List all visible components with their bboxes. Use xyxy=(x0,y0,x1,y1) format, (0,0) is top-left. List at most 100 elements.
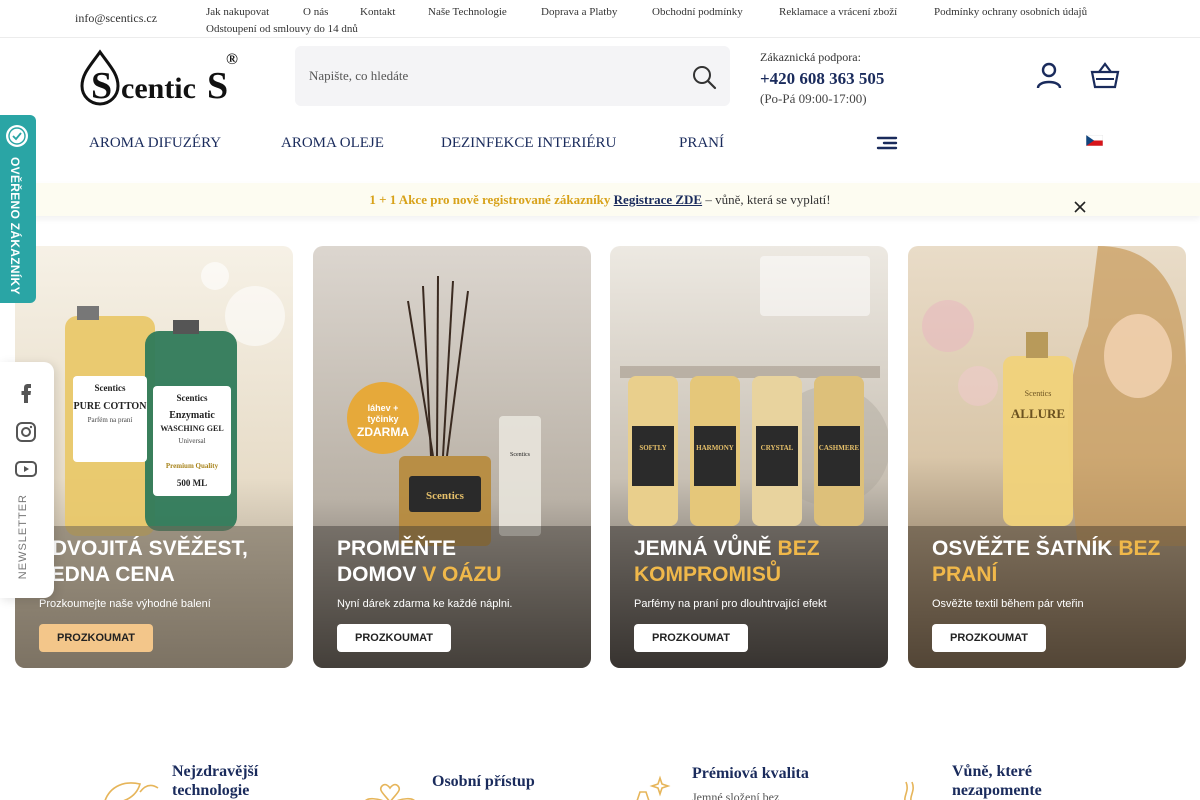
banner-subtitle: Prozkoumejte naše výhodné balení xyxy=(39,598,211,610)
top-link-obchodni-podminky[interactable]: Obchodní podmínky xyxy=(652,6,743,18)
search-box xyxy=(295,46,730,106)
banner-subtitle: Parfémy na praní pro dlouhtrvající efekt xyxy=(634,598,827,610)
promo-bar: 1 + 1 Akce pro nově registrované zákazní… xyxy=(0,183,1200,216)
banner-subtitle: Nyní dárek zdarma ke každé náplni. xyxy=(337,598,513,610)
banner-jemna-vune[interactable]: SOFTLY HARMONY CRYSTAL CASHMERE JEMNÁ VŮ… xyxy=(610,246,888,668)
banner-title: JEMNÁ VŮNĚ BEZ KOMPROMISŮ xyxy=(634,536,888,588)
product-label: Enzymatic xyxy=(169,410,215,421)
top-link-doprava-platby[interactable]: Doprava a Platby xyxy=(541,6,617,18)
nav-item-label: DEZINFEKCE INTERIÉRU xyxy=(441,135,617,151)
product-label: PURE COTTON xyxy=(74,401,148,412)
product-label: ALLURE xyxy=(1011,406,1065,421)
product-label: Scentics xyxy=(510,452,531,458)
user-account-icon[interactable] xyxy=(1034,60,1064,90)
feature-title: Osobní přístup xyxy=(432,773,535,790)
search-input[interactable] xyxy=(309,65,669,87)
more-menu-icon[interactable] xyxy=(876,135,898,151)
banner-title: ZDVOJITÁ SVĚŽEST, JEDNA CENA xyxy=(39,537,248,586)
product-label: Scentics xyxy=(95,383,126,393)
explore-button[interactable]: PROZKOUMAT xyxy=(39,624,153,652)
banner-promente-domov[interactable]: Scentics Scentics láhev + tyčinky ZDARMA… xyxy=(313,246,591,668)
feature-description: Jemné složení bez xyxy=(692,790,780,800)
svg-text:ZDARMA: ZDARMA xyxy=(357,425,409,439)
customer-support: Zákaznická podpora: +420 608 363 505 (Po… xyxy=(760,50,884,107)
support-label: Zákaznická podpora: xyxy=(760,50,861,64)
scent-waves-icon xyxy=(904,781,914,800)
instagram-icon[interactable] xyxy=(14,420,38,444)
support-phone[interactable]: +420 608 363 505 xyxy=(760,69,884,89)
top-link-kontakt[interactable]: Kontakt xyxy=(360,6,395,18)
top-links: Jak nakupovat O nás Kontakt Naše Technol… xyxy=(206,0,1166,38)
product-label: Parfém na praní xyxy=(88,416,133,424)
explore-button[interactable]: PROZKOUMAT xyxy=(337,624,451,652)
product-label: Scentics xyxy=(426,490,465,502)
czech-flag-icon xyxy=(1086,135,1103,147)
banner-osvezte-satnik[interactable]: Scentics ALLURE OSVĚŽTE ŠATNÍK BEZ PRANÍ… xyxy=(908,246,1186,668)
feature-title: Vůně, které nezapomente xyxy=(952,762,1072,800)
top-link-nase-technologie[interactable]: Naše Technologie xyxy=(428,6,507,18)
quality-sparkle-icon xyxy=(636,775,671,800)
svg-text:tyčinky: tyčinky xyxy=(367,414,398,424)
svg-text:S: S xyxy=(91,65,112,106)
support-hours: (Po-Pá 09:00-17:00) xyxy=(760,91,867,106)
banner-title: PROMĚŇTE DOMOV V OÁZU xyxy=(337,536,502,588)
nav-item-prani[interactable]: PRANÍ xyxy=(679,135,732,152)
social-sidebar: NEWSLETTER xyxy=(0,362,54,598)
verified-badge-text: OVĚŘENO ZÁKAZNÍKY xyxy=(8,157,22,295)
heart-hands-icon xyxy=(365,783,415,800)
nav-item-aroma-difuzery[interactable]: AROMA DIFUZÉRY xyxy=(89,135,229,152)
shopping-basket-icon[interactable] xyxy=(1089,60,1121,90)
product-label: HARMONY xyxy=(696,444,734,452)
top-link-jak-nakupovat[interactable]: Jak nakupovat xyxy=(206,6,269,18)
product-label: SOFTLY xyxy=(639,444,666,452)
nav-item-label: AROMA DIFUZÉRY xyxy=(89,135,222,151)
promo-highlight: 1 + 1 Akce pro nově registrované zákazní… xyxy=(369,192,611,207)
feature-title: Prémiová kvalita xyxy=(692,765,809,782)
verified-by-customers-badge[interactable]: OVĚŘENO ZÁKAZNÍKY xyxy=(0,115,36,303)
product-label: Scentics xyxy=(177,393,208,403)
banner-zdvojita-svezest[interactable]: Scentics PURE COTTON Parfém na praní Sce… xyxy=(15,246,293,668)
promo-rest: – vůně, která se vyplatí! xyxy=(705,192,831,207)
product-label: CRYSTAL xyxy=(761,444,794,452)
newsletter-link[interactable]: NEWSLETTER xyxy=(17,494,29,579)
top-link-ochrana-udaju[interactable]: Podmínky ochrany osobních údajů xyxy=(934,6,1087,18)
svg-text:S: S xyxy=(207,65,228,106)
nav-item-dezinfekce-interieru[interactable]: DEZINFEKCE INTERIÉRU xyxy=(441,135,624,152)
top-link-odstoupeni[interactable]: Odstoupení od smlouvy do 14 dnů xyxy=(206,23,358,35)
close-icon[interactable] xyxy=(1073,193,1087,213)
main-nav: AROMA DIFUZÉRY AROMA OLEJE DEZINFEKCE IN… xyxy=(0,125,1200,163)
svg-text:centic: centic xyxy=(121,72,196,105)
language-selector[interactable] xyxy=(1086,135,1109,147)
nav-item-aroma-oleje[interactable]: AROMA OLEJE xyxy=(281,135,392,152)
search-icon[interactable] xyxy=(690,63,718,91)
verified-seal-icon xyxy=(6,125,28,147)
product-label: 500 ML xyxy=(177,478,207,488)
feature-title-text: Vůně, které nezapomente xyxy=(952,763,1042,799)
product-label: Scentics xyxy=(1025,389,1052,398)
youtube-icon[interactable] xyxy=(14,457,38,481)
top-link-reklamace[interactable]: Reklamace a vrácení zboží xyxy=(779,6,897,18)
banner-title-main: OSVĚŽTE ŠATNÍK xyxy=(932,537,1113,560)
promo-register-link[interactable]: Registrace ZDE xyxy=(614,192,702,207)
top-bar: info@scentics.cz Jak nakupovat O nás Kon… xyxy=(0,0,1200,38)
product-label: WASCHING GEL xyxy=(160,424,223,433)
explore-button[interactable]: PROZKOUMAT xyxy=(932,624,1046,652)
svg-text:®: ® xyxy=(226,51,238,68)
banner-title-accent: V OÁZU xyxy=(422,563,502,586)
svg-text:láhev +: láhev + xyxy=(368,403,399,413)
banner-title-main: JEMNÁ VŮNĚ xyxy=(634,537,772,560)
nav-item-label: AROMA OLEJE xyxy=(281,135,384,151)
feature-title: Nejzdravější technologie xyxy=(172,762,282,800)
product-label: Premium Quality xyxy=(166,462,219,470)
contact-email[interactable]: info@scentics.cz xyxy=(75,11,157,26)
explore-button[interactable]: PROZKOUMAT xyxy=(634,624,748,652)
logo-mark-icon: S centic S ® xyxy=(80,49,238,107)
facebook-icon[interactable] xyxy=(14,380,38,404)
product-label: CASHMERE xyxy=(819,444,860,452)
leaf-icon xyxy=(104,782,159,800)
product-label: Universal xyxy=(178,437,205,445)
banner-title: OSVĚŽTE ŠATNÍK BEZ PRANÍ xyxy=(932,536,1186,588)
feature-title-text: Nejzdravější technologie xyxy=(172,763,259,799)
scentics-logo[interactable]: S centic S ® xyxy=(76,48,241,107)
top-link-o-nas[interactable]: O nás xyxy=(303,6,328,18)
